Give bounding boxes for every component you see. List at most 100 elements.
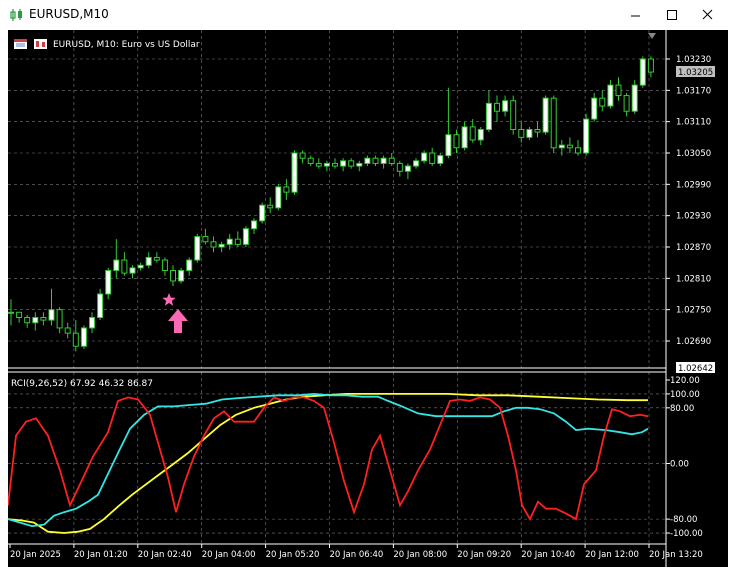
time-tick-label: 20 Jan 02:40 bbox=[138, 550, 192, 560]
time-tick-label: 20 Jan 10:40 bbox=[521, 550, 575, 560]
candle bbox=[32, 312, 39, 331]
candle bbox=[145, 252, 152, 268]
candle bbox=[364, 155, 371, 167]
candle bbox=[542, 95, 549, 135]
candle bbox=[242, 226, 249, 247]
time-tick-label: 20 Jan 04:00 bbox=[202, 550, 256, 560]
maximize-icon bbox=[667, 10, 677, 20]
rci-mid-line bbox=[8, 392, 649, 528]
candle bbox=[396, 160, 403, 177]
candle bbox=[526, 126, 533, 140]
candle bbox=[380, 155, 387, 169]
candle bbox=[299, 150, 306, 164]
candle bbox=[16, 311, 23, 323]
candle bbox=[186, 257, 193, 276]
candle bbox=[275, 184, 282, 211]
candle bbox=[56, 307, 63, 334]
candle bbox=[494, 95, 500, 122]
chart-candles-icon bbox=[10, 9, 22, 21]
candle bbox=[210, 236, 217, 253]
candle bbox=[469, 119, 476, 143]
bottom-price-label: 1.02642 bbox=[678, 364, 713, 374]
chart-window-icon bbox=[14, 39, 27, 49]
candlestick-series bbox=[8, 56, 654, 352]
candle bbox=[583, 113, 590, 156]
candle bbox=[631, 79, 638, 114]
chart-canvas[interactable]: EURUSD, M10: Euro vs US Dollar 1.03230 1.… bbox=[8, 30, 728, 567]
rci-short-line bbox=[8, 396, 649, 522]
time-tick-label: 20 Jan 05:20 bbox=[266, 550, 320, 560]
candle bbox=[89, 312, 95, 334]
candle bbox=[599, 90, 606, 112]
indicator-axis: 120.00 100.00 80.00 0.00 -80.00 -100.00 bbox=[666, 376, 703, 539]
candle bbox=[340, 158, 347, 172]
candle bbox=[283, 179, 290, 200]
candle bbox=[202, 228, 209, 245]
candle bbox=[161, 257, 168, 276]
time-tick-label: 20 Jan 09:20 bbox=[457, 550, 511, 560]
time-tick-label: 20 Jan 06:40 bbox=[330, 550, 384, 560]
price-tick-label: 1.03110 bbox=[676, 118, 711, 128]
price-tick-label: 1.02990 bbox=[676, 180, 711, 190]
candle bbox=[575, 139, 581, 156]
candle bbox=[267, 197, 274, 214]
time-tick-label: 20 Jan 13:20 bbox=[649, 550, 703, 560]
candle bbox=[64, 322, 71, 339]
current-price-label: 1.03205 bbox=[678, 68, 713, 78]
candle bbox=[421, 150, 428, 164]
price-tick-label: 1.02750 bbox=[676, 306, 711, 316]
candle bbox=[615, 77, 622, 101]
candle bbox=[121, 252, 128, 276]
indicator-tick-label: 100.00 bbox=[670, 390, 700, 400]
candle bbox=[413, 158, 419, 169]
indicator-tick-label: 80.00 bbox=[670, 404, 694, 414]
time-tick-label: 20 Jan 2025 bbox=[10, 550, 61, 560]
price-axis: 1.03230 1.03170 1.03110 1.03050 1.02990 1.029… bbox=[666, 55, 711, 347]
candle bbox=[323, 160, 330, 172]
candle bbox=[105, 267, 112, 300]
candle bbox=[170, 265, 176, 287]
candle bbox=[178, 267, 185, 284]
time-tick-label: 20 Jan 01:20 bbox=[74, 550, 128, 560]
candle bbox=[356, 160, 363, 172]
time-axis: 20 Jan 2025 20 Jan 01:20 20 Jan 02:40 20 Ja… bbox=[9, 544, 703, 560]
price-tick-label: 1.03230 bbox=[676, 55, 711, 65]
minimize-icon bbox=[631, 15, 640, 17]
chart-type-icon bbox=[34, 39, 47, 49]
indicator-tick-label: 120.00 bbox=[670, 376, 700, 386]
candle bbox=[259, 202, 266, 224]
candle bbox=[348, 158, 355, 169]
price-tick-label: 1.02810 bbox=[676, 274, 711, 284]
price-tick-label: 1.02870 bbox=[676, 243, 711, 253]
candle bbox=[307, 155, 314, 167]
close-icon bbox=[702, 9, 713, 20]
indicator-tick-label: -80.00 bbox=[670, 515, 697, 525]
candle bbox=[591, 92, 598, 122]
candle bbox=[315, 158, 322, 169]
candle bbox=[218, 241, 225, 253]
candle bbox=[97, 288, 104, 321]
price-tick-label: 1.03050 bbox=[676, 149, 711, 159]
indicator-tick-label: -100.00 bbox=[670, 529, 703, 539]
price-tick-label: 1.03170 bbox=[676, 86, 711, 96]
candle bbox=[550, 95, 557, 153]
candle bbox=[437, 153, 444, 167]
window-titlebar: EURUSD,M10 bbox=[0, 0, 736, 30]
time-tick-label: 20 Jan 08:00 bbox=[393, 550, 447, 560]
candle bbox=[566, 137, 573, 153]
candle bbox=[404, 163, 411, 180]
candle bbox=[80, 325, 87, 349]
candle bbox=[477, 126, 484, 146]
candle bbox=[332, 158, 338, 169]
indicator-header: RCI(9,26,52) 67.92 46.32 86.87 bbox=[11, 379, 153, 389]
candle bbox=[291, 150, 298, 195]
candle bbox=[502, 95, 509, 117]
close-button[interactable] bbox=[690, 0, 726, 30]
candle bbox=[194, 233, 201, 263]
maximize-button[interactable] bbox=[654, 0, 690, 30]
chart-area[interactable]: EURUSD, M10: Euro vs US Dollar 1.03230 1.… bbox=[8, 30, 728, 567]
chart-symbol-header: EURUSD, M10: Euro vs US Dollar bbox=[53, 40, 200, 50]
candle bbox=[461, 121, 468, 151]
minimize-button[interactable] bbox=[618, 0, 654, 30]
candle bbox=[607, 79, 614, 109]
